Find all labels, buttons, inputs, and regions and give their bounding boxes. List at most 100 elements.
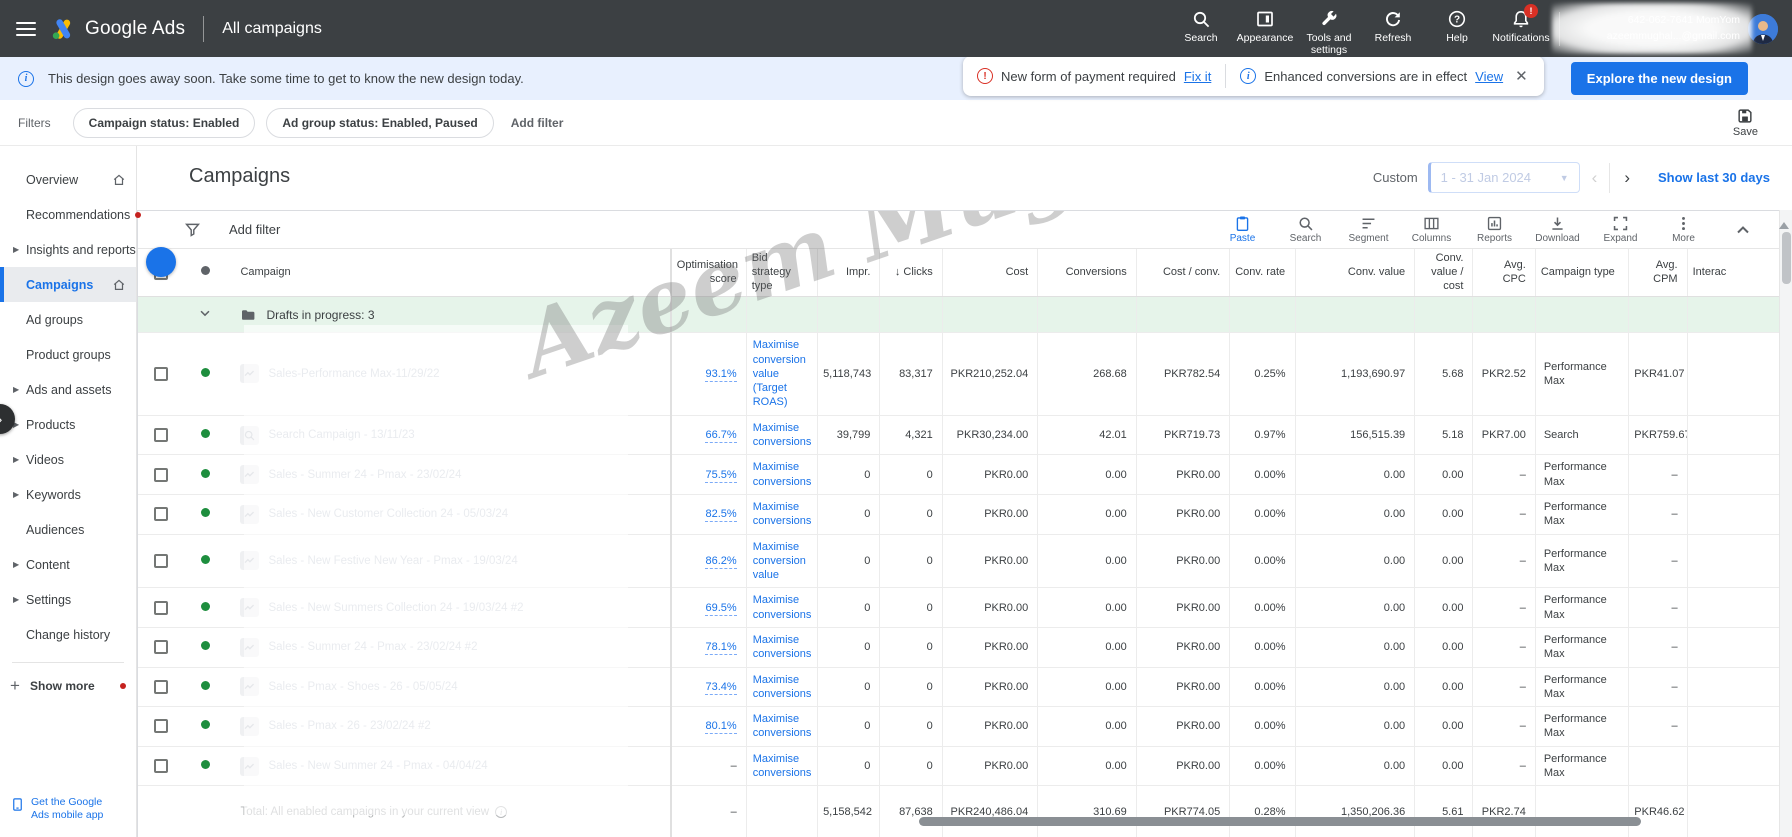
save-button[interactable]: Save: [1733, 107, 1758, 138]
optimisation-score-link[interactable]: 69.5%: [705, 602, 736, 616]
column-header-clicks[interactable]: ↓ Clicks: [880, 249, 942, 297]
optimisation-score-link[interactable]: 86.2%: [705, 555, 736, 569]
campaign-name[interactable]: Sales - Pmax - Shoes - 26 - 05/05/24: [268, 681, 457, 693]
column-header-impr[interactable]: Impr.: [818, 249, 880, 297]
sidebar-item-keywords[interactable]: ▶Keywords: [0, 477, 136, 512]
status-enabled-dot[interactable]: [201, 429, 210, 438]
column-header-conv-value[interactable]: Conv. value: [1295, 249, 1415, 297]
filter-chip-adgroup-status[interactable]: Ad group status: Enabled, Paused: [266, 108, 493, 138]
status-enabled-dot[interactable]: [201, 681, 210, 690]
status-enabled-dot[interactable]: [201, 760, 210, 769]
bid-strategy-link[interactable]: Maximise conversion value: [753, 540, 808, 583]
account-info[interactable]: 642-062-7641 MomYom azeemmughal...@gmail…: [1570, 13, 1748, 45]
sidebar-item-content[interactable]: ▶Content: [0, 547, 136, 582]
toolbar-search-button[interactable]: Search: [1274, 211, 1337, 249]
sidebar-item-overview[interactable]: Overview: [0, 162, 136, 197]
bid-strategy-link[interactable]: Maximise conversions: [753, 712, 812, 741]
sidebar-item-recommendations[interactable]: Recommendations: [0, 197, 136, 232]
toolbar-segment-button[interactable]: Segment: [1337, 211, 1400, 249]
campaign-name[interactable]: Search Campaign - 13/11/23: [268, 429, 414, 441]
date-prev-button[interactable]: ‹: [1580, 168, 1610, 188]
column-header-cost[interactable]: Cost: [942, 249, 1038, 297]
optimisation-score-link[interactable]: 82.5%: [705, 508, 736, 522]
row-checkbox[interactable]: [154, 507, 168, 521]
bid-strategy-link[interactable]: Maximise conversions: [753, 633, 812, 662]
table-add-filter[interactable]: Add filter: [229, 222, 280, 237]
column-header-conv-rate[interactable]: Conv. rate: [1230, 249, 1295, 297]
show-last-30-days-link[interactable]: Show last 30 days: [1658, 170, 1770, 185]
column-header-avg-cpc[interactable]: Avg. CPC: [1473, 249, 1535, 297]
row-checkbox[interactable]: [154, 367, 168, 381]
row-checkbox[interactable]: [154, 680, 168, 694]
status-enabled-dot[interactable]: [201, 602, 210, 611]
bid-strategy-link[interactable]: Maximise conversions: [753, 752, 812, 781]
toolbar-expand-button[interactable]: Expand: [1589, 211, 1652, 249]
bid-strategy-link[interactable]: Maximise conversions: [753, 593, 812, 622]
toolbar-paste-button[interactable]: Paste: [1211, 211, 1274, 249]
bid-strategy-link[interactable]: Maximise conversions: [753, 421, 812, 450]
explore-new-design-button[interactable]: Explore the new design: [1571, 62, 1748, 95]
status-enabled-dot[interactable]: [201, 641, 210, 650]
topbar-refresh-button[interactable]: Refresh: [1361, 0, 1425, 57]
sidebar-item-videos[interactable]: ▶Videos: [0, 442, 136, 477]
optimisation-score-link[interactable]: 75.5%: [705, 469, 736, 483]
topbar-appearance-button[interactable]: Appearance: [1233, 0, 1297, 57]
menu-icon[interactable]: [16, 22, 36, 36]
date-next-button[interactable]: ›: [1610, 168, 1644, 188]
row-checkbox[interactable]: [154, 759, 168, 773]
campaign-name[interactable]: Sales - New Festive New Year - Pmax - 19…: [268, 555, 517, 567]
topbar-tools-and-settings-button[interactable]: Tools and settings: [1297, 0, 1361, 57]
topbar-notifications-button[interactable]: !Notifications: [1489, 0, 1553, 57]
vertical-scrollbar[interactable]: [1779, 210, 1792, 837]
column-header-bid-strategy-type[interactable]: Bid strategy type: [746, 249, 817, 297]
sidebar-item-products[interactable]: ▶Products: [0, 407, 136, 442]
sidebar-item-audiences[interactable]: Audiences: [0, 512, 136, 547]
bid-strategy-link[interactable]: Maximise conversions: [753, 673, 812, 702]
drafts-row[interactable]: Drafts in progress: 3: [138, 297, 1779, 333]
filter-chip-campaign-status[interactable]: Campaign status: Enabled: [73, 108, 256, 138]
add-filter-link[interactable]: Add filter: [511, 116, 564, 130]
row-checkbox[interactable]: [154, 468, 168, 482]
mobile-app-promo[interactable]: Get the Google Ads mobile app: [10, 796, 117, 823]
status-enabled-dot[interactable]: [201, 555, 210, 564]
optimisation-score-link[interactable]: 78.1%: [705, 641, 736, 655]
row-checkbox[interactable]: [154, 428, 168, 442]
toolbar-download-button[interactable]: Download: [1526, 211, 1589, 249]
floating-blue-button[interactable]: [146, 247, 176, 277]
status-column-header[interactable]: [184, 249, 226, 297]
optimisation-score-link[interactable]: 73.4%: [705, 681, 736, 695]
column-header-campaign-type[interactable]: Campaign type: [1535, 249, 1628, 297]
campaign-name[interactable]: Sales-Performance Max-11/29/22: [268, 368, 439, 380]
collapse-toolbar-icon[interactable]: [1733, 220, 1753, 240]
row-checkbox[interactable]: [154, 601, 168, 615]
sidebar-item-settings[interactable]: ▶Settings: [0, 582, 136, 617]
toolbar-columns-button[interactable]: Columns: [1400, 211, 1463, 249]
vertical-scrollbar-thumb[interactable]: [1782, 232, 1791, 284]
status-enabled-dot[interactable]: [201, 469, 210, 478]
column-header-optimisation-score[interactable]: Optimisation score: [671, 249, 746, 297]
sidebar-item-product-groups[interactable]: Product groups: [0, 337, 136, 372]
status-enabled-dot[interactable]: [201, 720, 210, 729]
optimisation-score-link[interactable]: 80.1%: [705, 720, 736, 734]
campaign-name[interactable]: Sales - New Summer 24 - Pmax - 04/04/24: [268, 760, 487, 772]
status-enabled-dot[interactable]: [201, 368, 210, 377]
column-header-conversions[interactable]: Conversions: [1038, 249, 1137, 297]
sidebar-item-campaigns[interactable]: Campaigns: [0, 267, 136, 302]
campaign-name[interactable]: Sales - New Summers Collection 24 - 19/0…: [268, 602, 523, 614]
horizontal-scrollbar[interactable]: [919, 817, 1641, 826]
bid-strategy-link[interactable]: Maximise conversion value (Target ROAS): [753, 338, 808, 409]
row-checkbox[interactable]: [154, 554, 168, 568]
toolbar-reports-button[interactable]: Reports: [1463, 211, 1526, 249]
sidebar-item-ads-and-assets[interactable]: ▶Ads and assets: [0, 372, 136, 407]
status-enabled-dot[interactable]: [201, 508, 210, 517]
row-checkbox[interactable]: [154, 640, 168, 654]
campaign-name[interactable]: Sales - Summer 24 - Pmax - 23/02/24: [268, 469, 461, 481]
close-icon[interactable]: ✕: [1513, 67, 1530, 85]
sidebar-item-change-history[interactable]: Change history: [0, 617, 136, 652]
bid-strategy-link[interactable]: Maximise conversions: [753, 460, 812, 489]
campaign-name[interactable]: Sales - New Customer Collection 24 - 05/…: [268, 508, 508, 520]
column-header-conv-value-cost[interactable]: Conv. value / cost: [1415, 249, 1473, 297]
column-header-cost-conv[interactable]: Cost / conv.: [1136, 249, 1229, 297]
filter-funnel-icon[interactable]: [184, 221, 201, 238]
bid-strategy-link[interactable]: Maximise conversions: [753, 500, 812, 529]
